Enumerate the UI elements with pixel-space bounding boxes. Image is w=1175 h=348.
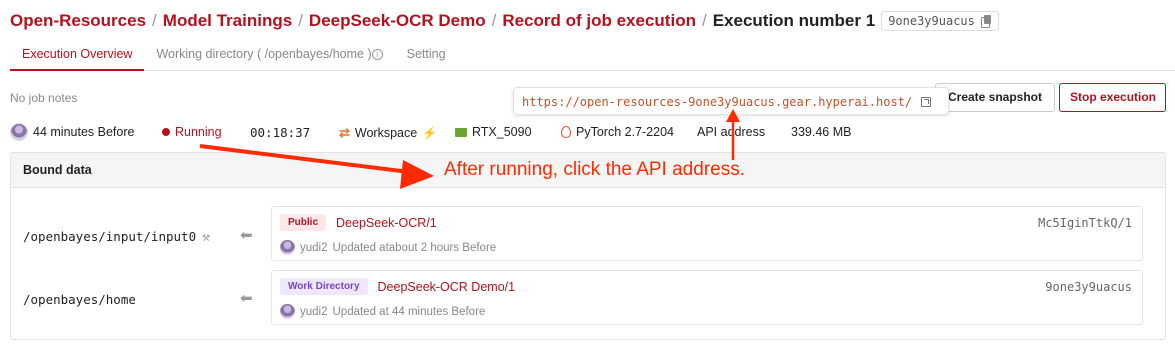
api-address-link[interactable]: API address (697, 125, 765, 139)
badge-public: Public (280, 214, 327, 231)
mode-label: Workspace (354, 126, 418, 140)
size-value: 339.46 MB (791, 125, 852, 139)
breadcrumb-separator: / (298, 11, 303, 30)
breadcrumb-open-resources[interactable]: Open-Resources (10, 11, 146, 31)
card-meta: yudi2 Updated atabout 2 hours Before (280, 240, 496, 255)
avatar (280, 240, 295, 255)
gpu-item: RTX_5090 (455, 125, 532, 139)
running-dot-icon (162, 128, 170, 136)
job-notes: No job notes (10, 91, 78, 105)
breadcrumb-project[interactable]: DeepSeek-OCR Demo (309, 11, 486, 31)
card-header: Work Directory DeepSeek-OCR Demo/1 (280, 278, 515, 295)
create-snapshot-button[interactable]: Create snapshot (935, 83, 1055, 112)
bolt-icon: ⚡ (422, 126, 438, 140)
framework-label: PyTorch 2.7-2204 (576, 125, 674, 139)
status-text: Running (175, 125, 222, 139)
arrow-left-icon: ⬅ (240, 290, 253, 307)
nvidia-icon (455, 127, 467, 137)
page-title: Execution number 1 (712, 11, 876, 30)
user-name[interactable]: yudi2 (300, 306, 328, 318)
started-item: 44 minutes Before (10, 123, 134, 141)
sync-icon: ⇄ (339, 125, 350, 140)
breadcrumb-separator: / (701, 11, 707, 30)
dataset-name-link[interactable]: DeepSeek-OCR/1 (336, 216, 437, 230)
dataset-card[interactable]: Work Directory DeepSeek-OCR Demo/1 9one3… (271, 270, 1143, 325)
stop-execution-button[interactable]: Stop execution (1059, 83, 1166, 112)
started-time: 44 minutes Before (33, 125, 135, 139)
breadcrumb-separator: / (152, 11, 157, 30)
user-name[interactable]: yudi2 (300, 242, 328, 254)
updated-text: Updated at 44 minutes Before (332, 305, 486, 318)
tab-execution-overview[interactable]: Execution Overview (10, 44, 145, 71)
tab-working-directory[interactable]: Working directory ( /openbayes/home ) i (144, 44, 394, 70)
mount-path: /openbayes/home (23, 292, 136, 307)
card-meta: yudi2 Updated at 44 minutes Before (280, 304, 485, 319)
duration: 00:18:37 (250, 125, 311, 140)
tab-setting[interactable]: Setting (395, 44, 458, 70)
api-url-popover: https://open-resources-9one3y9uacus.gear… (513, 87, 949, 115)
mount-path-text: /openbayes/input/input0 (23, 229, 197, 244)
tab-bar: Execution Overview Working directory ( /… (10, 44, 1175, 71)
mount-path: /openbayes/input/input0 ⚒ (23, 229, 210, 245)
badge-work-directory: Work Directory (280, 278, 368, 295)
arrow-left-icon: ⬅ (240, 227, 253, 244)
breadcrumb-model-trainings[interactable]: Model Trainings (163, 11, 292, 31)
card-header: Public DeepSeek-OCR/1 (280, 214, 437, 231)
avatar (280, 304, 295, 319)
unbind-icon[interactable]: ⚒ (202, 230, 210, 245)
execution-id: 9one3y9uacus (888, 14, 975, 28)
api-url-link[interactable]: https://open-resources-9one3y9uacus.gear… (522, 95, 912, 109)
updated-text: Updated atabout 2 hours Before (332, 241, 497, 254)
breadcrumb: Open-Resources / Model Trainings / DeepS… (10, 11, 999, 31)
breadcrumb-separator: / (491, 11, 497, 30)
annotation-text: After running, click the API address. (444, 159, 745, 180)
avatar (10, 123, 28, 141)
breadcrumb-job-record[interactable]: Record of job execution (502, 11, 696, 31)
gpu-label: RTX_5090 (472, 125, 532, 139)
copy-icon[interactable] (980, 15, 992, 28)
status-badge: Running (162, 125, 222, 139)
tab-working-directory-label: Working directory ( /openbayes/home ) (156, 47, 372, 61)
dataset-card[interactable]: Public DeepSeek-OCR/1 Mc5IginTtkQ/1 yudi… (271, 206, 1143, 261)
dataset-id: Mc5IginTtkQ/1 (1038, 216, 1132, 230)
external-link-icon[interactable] (921, 97, 932, 107)
mode-item: ⇄ Workspace ⚡ (339, 125, 437, 141)
dataset-id: 9one3y9uacus (1045, 280, 1132, 294)
dataset-name-link[interactable]: DeepSeek-OCR Demo/1 (378, 280, 516, 294)
framework-item: PyTorch 2.7-2204 (561, 125, 674, 139)
info-icon: i (371, 49, 383, 60)
execution-id-chip: 9one3y9uacus (881, 11, 999, 31)
pytorch-icon (561, 126, 571, 138)
